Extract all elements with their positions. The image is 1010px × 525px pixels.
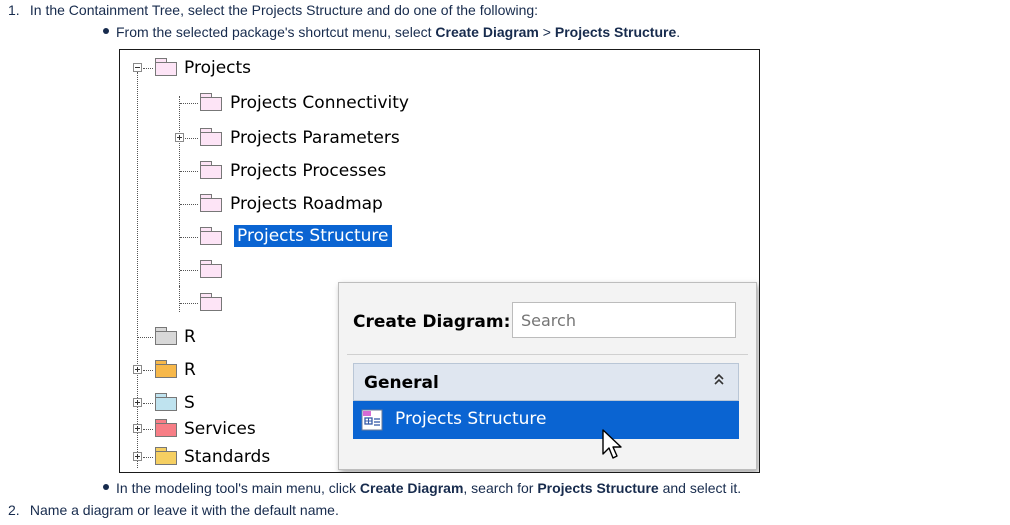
projects-structure-diagram-icon — [361, 409, 383, 431]
package-icon — [200, 293, 222, 311]
expand-icon[interactable] — [133, 398, 142, 407]
tree-node-projects[interactable]: Projects — [184, 57, 251, 79]
package-icon — [200, 194, 222, 212]
menu-item-label: Projects Structure — [395, 409, 547, 429]
tree-node-projects-processes[interactable]: Projects Processes — [230, 160, 386, 182]
package-icon — [200, 260, 222, 278]
tree-node-r2[interactable]: R — [184, 359, 196, 381]
collapse-group-icon[interactable] — [712, 372, 726, 386]
package-icon — [155, 360, 177, 378]
package-icon — [200, 161, 222, 179]
package-icon — [155, 447, 177, 465]
bullet-dot — [103, 28, 109, 35]
bullet-shortcut-menu: From the selected package's shortcut men… — [103, 24, 680, 40]
expand-icon[interactable] — [133, 452, 142, 461]
collapse-icon[interactable] — [133, 63, 142, 72]
package-icon — [155, 327, 177, 345]
package-icon — [200, 93, 222, 111]
bullet-dot — [103, 484, 109, 491]
expand-icon[interactable] — [175, 133, 184, 142]
package-icon — [200, 128, 222, 146]
step-number: 2. — [8, 502, 20, 518]
mouse-cursor-icon — [602, 429, 622, 459]
create-diagram-popup: Create Diagram: General Projects Structu… — [338, 282, 757, 470]
tree-node-standards[interactable]: Standards — [184, 446, 270, 468]
package-icon — [200, 227, 222, 245]
tree-node-s1[interactable]: S — [184, 392, 195, 414]
step-text: Name a diagram or leave it with the defa… — [29, 502, 339, 518]
tree-node-projects-roadmap[interactable]: Projects Roadmap — [230, 193, 383, 215]
tree-node-r1[interactable]: R — [184, 326, 196, 348]
group-label: General — [364, 373, 439, 393]
package-icon — [155, 419, 177, 437]
divider — [347, 354, 748, 355]
projects-structure-menu-item[interactable]: Projects Structure — [353, 401, 739, 439]
step-text: In the Containment Tree, select the Proj… — [29, 2, 539, 18]
create-diagram-label: Create Diagram: — [353, 312, 511, 332]
step-number: 1. — [8, 2, 20, 18]
expand-icon[interactable] — [133, 365, 142, 374]
step-1: 1. In the Containment Tree, select the P… — [8, 2, 538, 18]
bullet-main-menu: In the modeling tool's main menu, click … — [103, 480, 741, 496]
package-icon — [155, 58, 177, 76]
general-group-header[interactable]: General — [353, 363, 739, 401]
step-2: 2. Name a diagram or leave it with the d… — [8, 502, 339, 518]
package-icon — [155, 393, 177, 411]
tree-node-projects-connectivity[interactable]: Projects Connectivity — [230, 92, 409, 114]
tree-node-services[interactable]: Services — [184, 418, 256, 440]
tree-node-projects-parameters[interactable]: Projects Parameters — [230, 127, 400, 149]
tree-node-projects-structure[interactable]: Projects Structure — [234, 225, 392, 247]
containment-tree-screenshot: Projects Projects Connectivity Projects … — [119, 49, 760, 473]
expand-icon[interactable] — [133, 424, 142, 433]
diagram-search-input[interactable] — [512, 302, 736, 338]
